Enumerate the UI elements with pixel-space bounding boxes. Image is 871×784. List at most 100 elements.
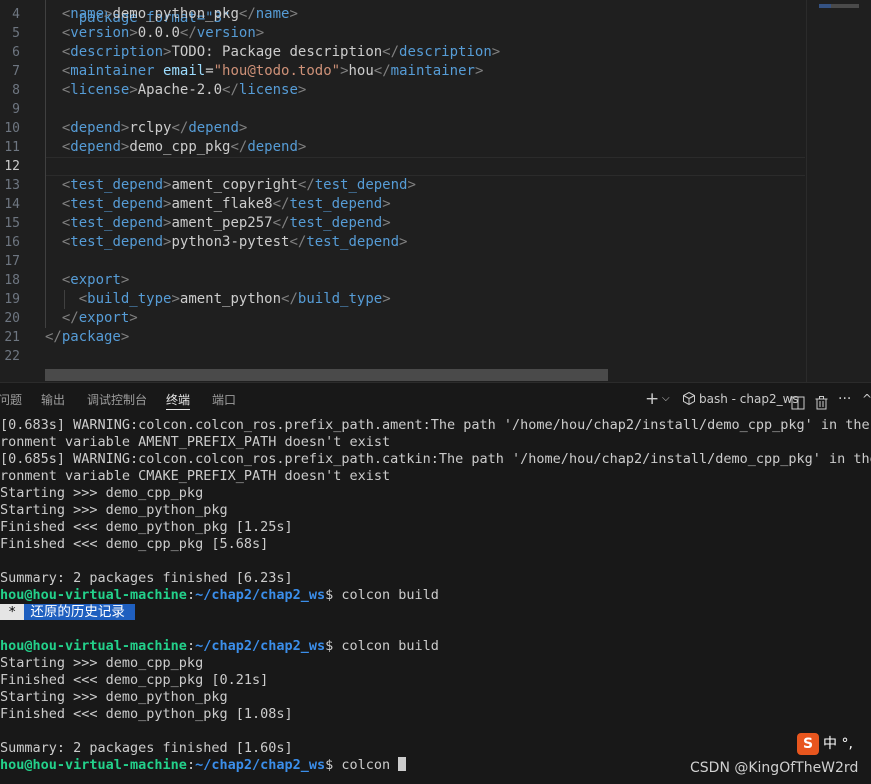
terminal-line: Starting >>> demo_cpp_pkg [0, 655, 204, 671]
code-line: <license>Apache-2.0</license> [45, 81, 307, 100]
bracket: > [297, 82, 307, 98]
code-line: <depend>demo_cpp_pkg</depend> [45, 138, 306, 157]
bracket: </ [272, 215, 290, 231]
close-tag-name: test_depend [289, 215, 383, 231]
trash-icon[interactable] [815, 393, 828, 413]
bracket: </ [382, 44, 400, 60]
bracket: > [120, 272, 130, 288]
prompt-command: $ colcon [325, 757, 399, 773]
bracket: > [474, 63, 484, 79]
ime-mode-label[interactable]: 中 °, [823, 736, 853, 752]
ime-toolbar[interactable]: S中 °, [797, 732, 853, 756]
bracket: </ [238, 6, 256, 22]
bracket: > [407, 177, 416, 193]
close-tag-name: test_depend [289, 196, 383, 212]
more-icon[interactable]: ··· [838, 389, 851, 409]
chevron-down-icon[interactable]: ⌵ [662, 389, 670, 409]
code-editor[interactable]: package format="3" 4 5 6 7 8 9 10 11 12 13 14 15 16 1… [0, 0, 871, 382]
bracket: > [382, 291, 391, 307]
prompt-separator: : [186, 638, 196, 654]
code-line: <maintainer email="hou@todo.todo">hou</m… [45, 62, 484, 81]
line-number: 10 [4, 121, 20, 136]
close-tag-name: build_type [297, 291, 383, 307]
bracket: </ [179, 25, 197, 41]
terminal-icon [683, 391, 695, 406]
bracket: > [289, 6, 298, 22]
restored-history-banner: * 还原的历史记录 [0, 604, 135, 621]
close-tag-name: export [78, 310, 130, 326]
history-marker: * [0, 604, 25, 620]
open-tag-name: maintainer [70, 63, 155, 79]
code-line: </export> [45, 309, 138, 328]
bracket: > [382, 196, 391, 212]
bracket: < [78, 291, 88, 307]
close-tag-name: description [399, 44, 492, 60]
attribute-name: email [163, 63, 206, 79]
code-line: <test_depend>ament_flake8</test_depend> [45, 195, 391, 214]
prompt-command: $ colcon build [325, 587, 439, 603]
tab-terminal[interactable]: 终端 [166, 391, 191, 410]
prompt-path: ~/chap2/chap2_ws [195, 757, 326, 773]
code-line: <depend>rclpy</depend> [45, 119, 247, 138]
element-text: ament_pep257 [171, 215, 273, 231]
prompt-user: hou@hou-virtual-machine [0, 638, 187, 654]
element-text: rclpy [129, 120, 172, 136]
tab-ports[interactable]: 端口 [212, 391, 236, 409]
terminal-cursor [398, 757, 407, 771]
open-tag-name: license [70, 82, 130, 98]
bracket: </ [171, 120, 189, 136]
bracket: </ [297, 177, 315, 193]
code-line: <export> [45, 271, 129, 290]
line-number: 7 [12, 64, 20, 79]
minimap-slider[interactable] [819, 4, 859, 8]
minimap[interactable] [806, 0, 871, 382]
terminal-line: [0.685s] WARNING:colcon.colcon_ros.prefi… [0, 451, 871, 467]
tab-debug-console[interactable]: 调试控制台 [87, 391, 147, 409]
chevron-up-icon[interactable]: ^ [862, 389, 871, 409]
code-line: <version>0.0.0</version> [45, 24, 264, 43]
code-line: <test_depend>python3-pytest</test_depend… [45, 233, 408, 252]
bracket: > [129, 310, 138, 326]
line-number: 9 [12, 102, 20, 117]
attribute-value: "hou@todo.todo" [213, 63, 341, 79]
bracket: </ [45, 329, 62, 345]
terminal-line: Starting >>> demo_python_pkg [0, 689, 228, 705]
tab-problems[interactable]: 问题 [0, 391, 22, 409]
prompt-user: hou@hou-virtual-machine [0, 757, 187, 773]
terminal-line: [0.683s] WARNING:colcon.colcon_ros.prefi… [0, 417, 871, 433]
horizontal-scrollbar[interactable] [45, 369, 608, 381]
prompt-separator: : [186, 757, 196, 773]
code-line: <test_depend>ament_pep257</test_depend> [45, 214, 391, 233]
watermark: CSDN @KingOfTheW2rd [690, 760, 859, 776]
tab-output[interactable]: 输出 [41, 391, 65, 409]
terminal-selector[interactable]: bash - chap2_ws [683, 389, 799, 409]
equals: = [205, 63, 214, 79]
bracket: > [129, 82, 138, 98]
prompt-separator: : [186, 587, 196, 603]
close-tag-name: test_depend [314, 177, 408, 193]
current-line-highlight [45, 157, 805, 176]
plus-icon[interactable]: + [645, 389, 659, 409]
open-tag-name: test_depend [70, 177, 164, 193]
open-tag-name: test_depend [70, 196, 164, 212]
terminal-line: Finished <<< demo_cpp_pkg [5.68s] [0, 536, 269, 552]
code-line: <build_type>ament_python</build_type> [45, 290, 391, 309]
terminal-output[interactable]: [0.683s] WARNING:colcon.colcon_ros.prefi… [0, 416, 871, 784]
open-tag-name: name [70, 6, 105, 22]
line-number: 6 [12, 45, 20, 60]
code-line: <name>demo_python_pkg</name> [45, 5, 298, 24]
terminal-prompt-line: hou@hou-virtual-machine:~/chap2/chap2_ws… [0, 757, 407, 774]
prompt-path: ~/chap2/chap2_ws [195, 638, 326, 654]
bracket: > [399, 234, 408, 250]
split-icon[interactable] [791, 393, 805, 413]
bracket: </ [61, 310, 79, 326]
bracket: </ [281, 291, 298, 307]
terminal-line: Starting >>> demo_python_pkg [0, 502, 228, 518]
